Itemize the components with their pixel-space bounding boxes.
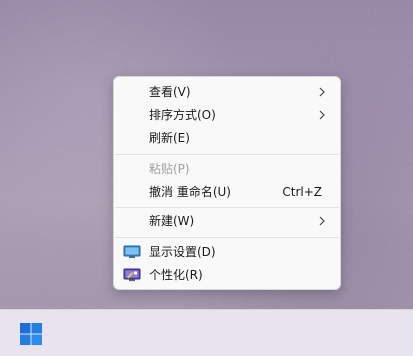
chevron-right-icon <box>319 87 325 97</box>
menu-item-personalize-label: 个性化(R) <box>149 268 203 282</box>
menu-item-undo-rename[interactable]: 撤消 重命名(U) Ctrl+Z <box>118 181 336 203</box>
menu-item-display-settings[interactable]: 显示设置(D) <box>118 241 336 263</box>
chevron-right-icon <box>319 216 325 226</box>
menu-item-personalize[interactable]: 个性化(R) <box>118 264 336 286</box>
windows-logo-icon <box>20 323 42 345</box>
personalize-icon <box>123 268 141 282</box>
menu-item-undo-rename-label: 撤消 重命名(U) <box>149 185 231 199</box>
menu-item-sort-by-label: 排序方式(O) <box>149 108 216 122</box>
menu-item-refresh[interactable]: 刷新(E) <box>118 127 336 149</box>
menu-separator <box>115 154 339 155</box>
menu-item-paste[interactable]: 粘贴(P) <box>118 158 336 180</box>
menu-item-new[interactable]: 新建(W) <box>118 210 336 232</box>
menu-item-paste-label: 粘贴(P) <box>149 162 190 176</box>
chevron-right-icon <box>319 110 325 120</box>
menu-item-undo-shortcut: Ctrl+Z <box>282 185 322 199</box>
display-settings-icon <box>123 245 141 259</box>
desktop-context-menu: 查看(V) 排序方式(O) 刷新(E) 粘贴(P) 撤消 重命名(U) Ctrl… <box>113 76 341 290</box>
menu-separator <box>115 207 339 208</box>
start-button[interactable] <box>16 319 46 349</box>
menu-item-new-label: 新建(W) <box>149 214 195 228</box>
menu-item-view-label: 查看(V) <box>149 85 191 99</box>
taskbar <box>0 309 413 356</box>
menu-item-view[interactable]: 查看(V) <box>118 81 336 103</box>
menu-item-refresh-label: 刷新(E) <box>149 131 190 145</box>
menu-separator <box>115 237 339 238</box>
desktop-screen: 查看(V) 排序方式(O) 刷新(E) 粘贴(P) 撤消 重命名(U) Ctrl… <box>0 0 413 356</box>
menu-item-display-settings-label: 显示设置(D) <box>149 245 216 259</box>
menu-item-sort-by[interactable]: 排序方式(O) <box>118 104 336 126</box>
